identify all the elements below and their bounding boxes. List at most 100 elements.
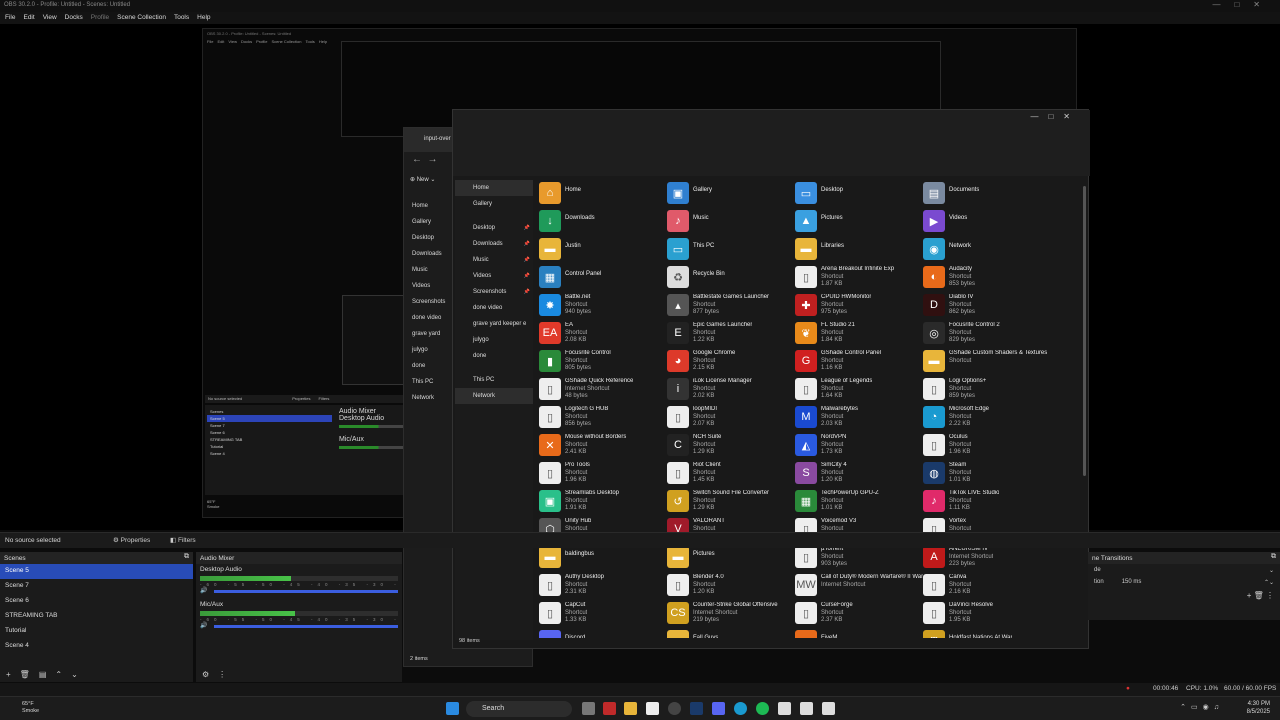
file-item[interactable]: ▲ Pictures [795, 208, 923, 236]
file-item[interactable]: ◎ Focusrite Control 2 Shortcut 829 bytes [923, 320, 1051, 348]
explorer-scrollbar[interactable] [1083, 186, 1086, 476]
file-item[interactable]: ▯ Canva Shortcut 2.16 KB [923, 572, 1051, 600]
pin-icon[interactable]: 📌 [524, 241, 530, 247]
file-item[interactable]: ▤ Documents [923, 180, 1051, 208]
file-item[interactable]: ▭ Desktop [795, 180, 923, 208]
properties-button[interactable]: ⚙ Properties [113, 536, 150, 544]
file-item[interactable]: ▯ DaVinci Resolve Shortcut 1.95 KB [923, 600, 1051, 628]
taskbar-search[interactable]: Search [466, 701, 572, 717]
file-item[interactable]: ▯ CurseForge Shortcut 2.37 KB [795, 600, 923, 628]
explorer-sidebar-item[interactable]: done video [455, 300, 533, 316]
explorer-back-new-button[interactable]: ⊕ New ⌄ [410, 176, 435, 183]
menu-profile[interactable]: Profile [91, 14, 109, 22]
explorer-back-sidebar-item[interactable]: Music [412, 262, 445, 278]
file-item[interactable]: ▬ GShade Custom Shaders & Textures Shortcu… [923, 348, 1051, 376]
explorer-sidebar-item[interactable]: done [455, 348, 533, 364]
file-item[interactable]: ▯ Logi Options+ Shortcut 859 bytes [923, 376, 1051, 404]
file-item[interactable]: D Diablo IV Shortcut 862 bytes [923, 292, 1051, 320]
dock-undock-icon[interactable]: ⧉ [1271, 553, 1276, 561]
file-item[interactable]: ✚ CPUID HWMonitor Shortcut 975 bytes [795, 292, 923, 320]
file-item[interactable]: ▯ Arena Breakout Infinite Exp Shortcut 1.87… [795, 264, 923, 292]
explorer-sidebar-item[interactable]: grave yard keeper e [455, 316, 533, 332]
file-item[interactable]: ♜ Holdfast Nations At War [923, 628, 1051, 638]
steam-icon[interactable] [690, 702, 703, 715]
transition-select[interactable]: de ⌄ [1088, 564, 1280, 576]
scene-item[interactable]: Tutorial [0, 624, 193, 639]
explorer-back-sidebar-item[interactable]: done [412, 358, 445, 374]
scene-item[interactable]: Scene 5 [0, 564, 193, 579]
file-item[interactable]: ◔ Microsoft Edge Shortcut 2.22 KB [923, 404, 1051, 432]
menu-help[interactable]: Help [197, 14, 210, 22]
file-item[interactable]: ▬ Pictures [667, 544, 795, 572]
task-view-icon[interactable] [582, 702, 595, 715]
file-item[interactable]: ▣ Streamlabs Desktop Shortcut 1.91 KB [539, 488, 667, 516]
move-down-icon[interactable]: ⌄ [71, 670, 78, 679]
file-item[interactable]: ▯ Blender 4.0 Shortcut 1.20 KB [667, 572, 795, 600]
explorer-sidebar-item[interactable]: Desktop 📌 [455, 220, 533, 236]
file-item[interactable]: ✸ Battle.net Shortcut 940 bytes [539, 292, 667, 320]
explorer-back-sidebar-item[interactable]: julygo [412, 342, 445, 358]
add-scene-icon[interactable]: + [6, 670, 11, 679]
file-item[interactable]: EA EA Shortcut 2.08 KB [539, 320, 667, 348]
app-icon[interactable] [800, 702, 813, 715]
remove-scene-icon[interactable]: 🗑 [20, 670, 30, 679]
menu-scene-collection[interactable]: Scene Collection [117, 14, 166, 22]
explorer-window-controls[interactable]: —□✕ [1030, 112, 1080, 121]
explorer-sidebar-item[interactable]: Videos 📌 [455, 268, 533, 284]
file-item[interactable]: ✕ Mouse without Borders Shortcut 2.41 KB [539, 432, 667, 460]
speaker-icon[interactable]: 🔊 [200, 587, 207, 594]
file-item[interactable]: ◕ Discord [539, 628, 667, 638]
file-item[interactable]: ◐ Audacity Shortcut 853 bytes [923, 264, 1051, 292]
explorer-sidebar-item[interactable]: Screenshots 📌 [455, 284, 533, 300]
explorer-back-sidebar-item[interactable]: Gallery [412, 214, 445, 230]
explorer-back-sidebar-item[interactable]: done video [412, 310, 445, 326]
pin-icon[interactable]: 📌 [524, 273, 530, 279]
app-icon[interactable] [646, 702, 659, 715]
file-item[interactable]: ▯ Authy Desktop Shortcut 2.31 KB [539, 572, 667, 600]
file-explorer-icon[interactable] [624, 702, 637, 715]
file-item[interactable]: CS Counter-Strike Global Offensive Interne… [667, 600, 795, 628]
explorer-sidebar-item[interactable]: julygo [455, 332, 533, 348]
file-item[interactable]: ◍ Steam Shortcut 1.01 KB [923, 460, 1051, 488]
file-item[interactable]: ♪ TikTok LIVE Studio Shortcut 1.11 KB [923, 488, 1051, 516]
file-item[interactable]: ▯ Logitech G HUB Shortcut 856 bytes [539, 404, 667, 432]
menu-tools[interactable]: Tools [174, 14, 189, 22]
explorer-back-sidebar-item[interactable]: Screenshots [412, 294, 445, 310]
pin-icon[interactable]: 📌 [524, 257, 530, 263]
explorer-sidebar-item[interactable]: Music 📌 [455, 252, 533, 268]
explorer-back-sidebar-item[interactable]: Network [412, 390, 445, 406]
weather-widget[interactable]: 65°F Smoke [6, 701, 39, 715]
duration-value[interactable]: 150 ms [1122, 579, 1142, 585]
file-item[interactable]: MW Call of Duty® Modern Warfare® II Warzo… [795, 572, 923, 600]
file-item[interactable]: ▯ Oculus Shortcut 1.96 KB [923, 432, 1051, 460]
file-item[interactable]: ▬ Justin [539, 236, 667, 264]
duration-row[interactable]: tion 150 ms ⌃⌄ [1088, 576, 1280, 588]
file-item[interactable]: ▬ Fall Guys [667, 628, 795, 638]
file-item[interactable]: ▬ baldingbus [539, 544, 667, 572]
file-item[interactable]: ▣ Gallery [667, 180, 795, 208]
filters-button[interactable]: ◧ Filters [170, 536, 196, 544]
file-item[interactable]: C NCH Suite Shortcut 1.29 KB [667, 432, 795, 460]
file-item[interactable]: ▦ TechPowerUp GPU-Z Shortcut 1.01 KB [795, 488, 923, 516]
spotify-icon[interactable] [756, 702, 769, 715]
app-icon[interactable] [603, 702, 616, 715]
edge-icon[interactable] [734, 702, 747, 715]
file-item[interactable]: ▬ Libraries [795, 236, 923, 264]
menu-file[interactable]: File [5, 14, 15, 22]
file-item[interactable]: ▯ League of Legends Shortcut 1.64 KB [795, 376, 923, 404]
file-item[interactable]: ▯ µTorrent Shortcut 903 bytes [795, 544, 923, 572]
file-item[interactable]: A ANEURISM IV Internet Shortcut 223 bytes [923, 544, 1051, 572]
explorer-sidebar-item[interactable]: This PC [455, 372, 533, 388]
scene-item[interactable]: STREAMING TAB [0, 609, 193, 624]
pin-icon[interactable]: 📌 [524, 289, 530, 295]
desktop-audio-fader[interactable]: 🔊 [200, 588, 398, 594]
explorer-sidebar-item[interactable]: Network [455, 388, 533, 404]
file-item[interactable]: ▯ Pro Tools Shortcut 1.96 KB [539, 460, 667, 488]
dock-undock-icon[interactable]: ⧉ [184, 553, 189, 561]
explorer-back-sidebar-item[interactable]: This PC [412, 374, 445, 390]
file-item[interactable]: E Epic Games Launcher Shortcut 1.22 KB [667, 320, 795, 348]
file-item[interactable]: M Malwarebytes Shortcut 2.03 KB [795, 404, 923, 432]
explorer-sidebar-item[interactable]: Gallery [455, 196, 533, 212]
file-item[interactable]: ♻ Recycle Bin [667, 264, 795, 292]
file-explorer[interactable]: —□✕ Home Gallery Desktop 📌 Downloads 📌 Music 📌 V… [452, 109, 1090, 649]
